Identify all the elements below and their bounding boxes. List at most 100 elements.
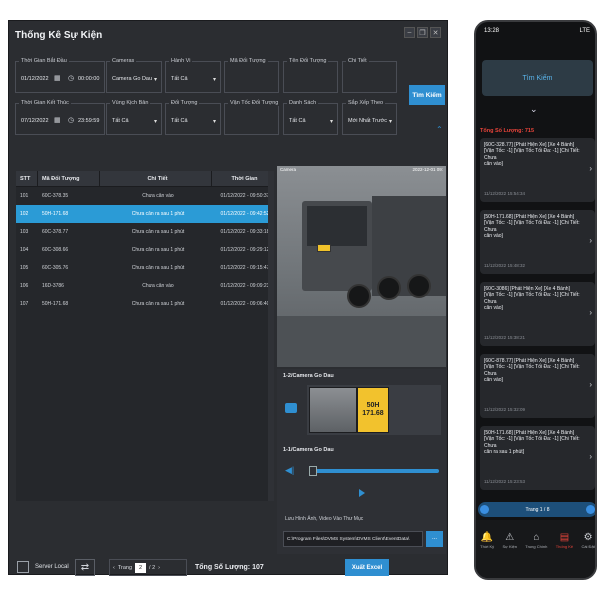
clock-icon[interactable]: ◷ — [68, 74, 74, 82]
plate-line-2: 171.68 — [362, 410, 384, 417]
page-total: / 2 — [149, 564, 156, 571]
status-bar: 13:28 LTE — [484, 28, 590, 34]
event-card[interactable]: [60C-3086] [Phát Hiện Xe] [Xe 4 Bánh] [V… — [480, 282, 595, 346]
chevron-down-icon[interactable]: ⌄ — [530, 104, 538, 115]
card-timestamp: 11/12/2022 15:38:21 — [484, 335, 525, 340]
page-input[interactable]: 2 — [135, 562, 147, 573]
cell-code: 60C-305.76 — [42, 265, 69, 271]
cell-detail: Chưa cân ra sau 1 phút — [131, 229, 185, 235]
zone-select[interactable]: Vùng Kịch Bản Tất Cả ▾ — [106, 100, 162, 135]
clock: 13:28 — [484, 28, 500, 34]
search-button[interactable]: Tìm Kiếm — [409, 85, 445, 105]
col-object-code[interactable]: Mã Đối Tượng — [38, 171, 100, 186]
plate-line-1: 50H — [366, 402, 380, 409]
table-row[interactable]: 106 16D-3786 Chưa cân vào 01/12/2022 - 0… — [16, 277, 274, 295]
page-indicator: Trang 1 / 8 — [525, 506, 550, 513]
calendar-icon[interactable]: ▦ — [54, 116, 61, 124]
mobile-app: 13:28 LTE Tìm Kiếm ⌄ Tổng Số Lượng: 715 … — [474, 20, 597, 580]
tab-home[interactable]: ⌂ Trung Chính — [525, 532, 547, 578]
browse-button[interactable]: ... — [426, 531, 443, 547]
save-path-input[interactable]: C:\Program Files\DVMS System\DVMS Client… — [283, 531, 423, 547]
card-line-3: cân vào] — [484, 232, 503, 239]
behavior-select[interactable]: Hành Vi Tất Cả ▾ — [165, 58, 221, 93]
next-page-icon[interactable]: › — [158, 565, 160, 571]
next-page-icon[interactable] — [586, 505, 595, 514]
object-select[interactable]: Đối Tượng Tất Cả ▾ — [165, 100, 221, 135]
object-code-input[interactable]: Mã Đối Tượng — [224, 58, 279, 93]
cell-time: 01/12/2022 - 09:33:18 — [220, 229, 270, 235]
minimize-icon[interactable]: – — [404, 27, 415, 38]
chevron-up-icon[interactable]: ⌃ — [436, 125, 443, 134]
table-header: STT Mã Đối Tượng Chi Tiết Thời Gian — [16, 171, 274, 187]
thumbnail-truck[interactable] — [309, 387, 357, 433]
slider-handle[interactable] — [309, 466, 317, 476]
cell-code: 60C-308.66 — [42, 247, 69, 253]
table-row[interactable]: 101 60C-378.35 Chưa cân vào 01/12/2022 -… — [16, 187, 274, 205]
cell-detail: Chưa cân vào — [142, 193, 174, 199]
cam2-title: 1-2/Camera Go Dau — [283, 373, 334, 379]
camera-timestamp: 2022-12-01 09: — [412, 167, 443, 172]
cell-code: 16D-3786 — [42, 283, 64, 289]
table-row[interactable]: 105 60C-305.76 Chưa cân ra sau 1 phút 01… — [16, 259, 274, 277]
prev-page-icon[interactable]: ‹ — [113, 565, 115, 571]
play-icon[interactable] — [359, 489, 365, 497]
cameras-select[interactable]: Cameras Camera Go Dau ▾ — [106, 58, 162, 93]
table-row[interactable]: 103 60C-378.77 Chưa cân ra sau 1 phút 01… — [16, 223, 274, 241]
close-icon[interactable]: ✕ — [430, 27, 441, 38]
camera-snapshot[interactable]: Camera 2022-12-01 09: — [277, 166, 446, 367]
list-select[interactable]: Danh Sách Tất Cả ▾ — [283, 100, 338, 135]
speed-input[interactable]: Vận Tốc Đối Tượng — [224, 100, 281, 135]
cell-stt: 103 — [20, 229, 29, 235]
event-card[interactable]: [50H-171.68] [Phát Hiện Xe] [Xe 4 Bánh] … — [480, 210, 595, 274]
card-timestamp: 11/12/2022 15:23:53 — [484, 479, 525, 484]
table-row-selected[interactable]: 102 50H-171.68 Chưa cân ra sau 1 phút 01… — [16, 205, 274, 223]
wheel — [407, 274, 431, 298]
start-time-field[interactable]: Thời Gian Bắt Đầu 01/12/2022 ▦ ◷ 00:00:0… — [15, 58, 105, 93]
sort-select[interactable]: Sắp Xếp Theo Mới Nhất Trước ▾ — [342, 100, 397, 135]
export-excel-button[interactable]: Xuất Excel — [345, 559, 389, 576]
tab-events[interactable]: ⚠ Sự Kiện — [502, 532, 516, 578]
cell-time: 01/12/2022 - 09:42:52 — [220, 211, 270, 217]
video-progress-slider[interactable] — [309, 469, 439, 473]
card-line-3: cân vào] — [484, 304, 503, 311]
col-detail[interactable]: Chi Tiết — [100, 171, 212, 186]
end-time-field[interactable]: Thời Gian Kết Thúc 07/12/2022 ▦ ◷ 23:59:… — [15, 100, 105, 135]
table-row[interactable]: 107 50H-171.68 Chưa cân ra sau 1 phút 01… — [16, 295, 274, 313]
object-name-input[interactable]: Tên Đối Tượng — [283, 58, 338, 93]
calendar-icon[interactable]: ▦ — [54, 74, 61, 82]
chevron-down-icon: ▾ — [153, 77, 157, 83]
event-card[interactable]: [60C-878.77] [Phát Hiện Xe] [Xe 4 Bánh] … — [480, 354, 595, 418]
speaker-icon[interactable]: ◀| — [285, 465, 294, 476]
cell-detail: Chưa cân ra sau 1 phút — [131, 247, 185, 253]
cell-code: 60C-378.35 — [42, 193, 69, 199]
search-button[interactable]: Tìm Kiếm — [482, 60, 593, 96]
media-panel: 1-2/Camera Go Dau 50H 171.68 1-1/Camera … — [277, 369, 446, 554]
col-time[interactable]: Thời Gian — [212, 171, 274, 186]
chart-icon: ▤ — [559, 532, 570, 543]
thumbnail-plate[interactable]: 50H 171.68 — [357, 387, 389, 433]
sync-icon[interactable]: ⇄ — [75, 559, 95, 576]
restore-icon[interactable]: ❐ — [417, 27, 428, 38]
col-stt[interactable]: STT — [16, 171, 38, 186]
clock-icon[interactable]: ◷ — [68, 116, 74, 124]
tab-settings[interactable]: ⚙ Cài Đặt — [581, 532, 594, 578]
event-card[interactable]: [60C-328.77] [Phát Hiện Xe] [Xe 4 Bánh] … — [480, 138, 595, 202]
detail-input[interactable]: Chi Tiết — [342, 58, 397, 93]
tab-statistics[interactable]: ▤ Thống Kê — [556, 532, 573, 578]
table-row[interactable]: 104 60C-308.66 Chưa cân ra sau 1 phút 01… — [16, 241, 274, 259]
save-folder-label: Lưu Hình Ảnh, Video Vào Thư Mục — [285, 516, 364, 522]
chevron-down-icon: ▾ — [388, 119, 392, 125]
event-table: STT Mã Đối Tượng Chi Tiết Thời Gian 101 … — [16, 171, 274, 501]
card-line-2: [Vận Tốc: -1] [Vận Tốc Tối Đa: -1] [Chi … — [484, 436, 580, 449]
event-card[interactable]: [50H-171.68] [Phát Hiện Xe] [Xe 4 Bánh] … — [480, 426, 595, 490]
tab-notifications[interactable]: 🔔 Thời Ký — [480, 532, 494, 578]
camera-icon[interactable] — [285, 403, 297, 413]
chevron-down-icon: ▾ — [153, 119, 157, 125]
cell-time: 01/12/2022 - 09:09:23 — [220, 283, 270, 289]
cell-stt: 106 — [20, 283, 29, 289]
license-plate — [317, 244, 331, 252]
home-icon: ⌂ — [533, 532, 540, 543]
table-scrollbar[interactable] — [268, 171, 274, 501]
prev-page-icon[interactable] — [480, 505, 489, 514]
window-controls: – ❐ ✕ — [404, 27, 441, 38]
